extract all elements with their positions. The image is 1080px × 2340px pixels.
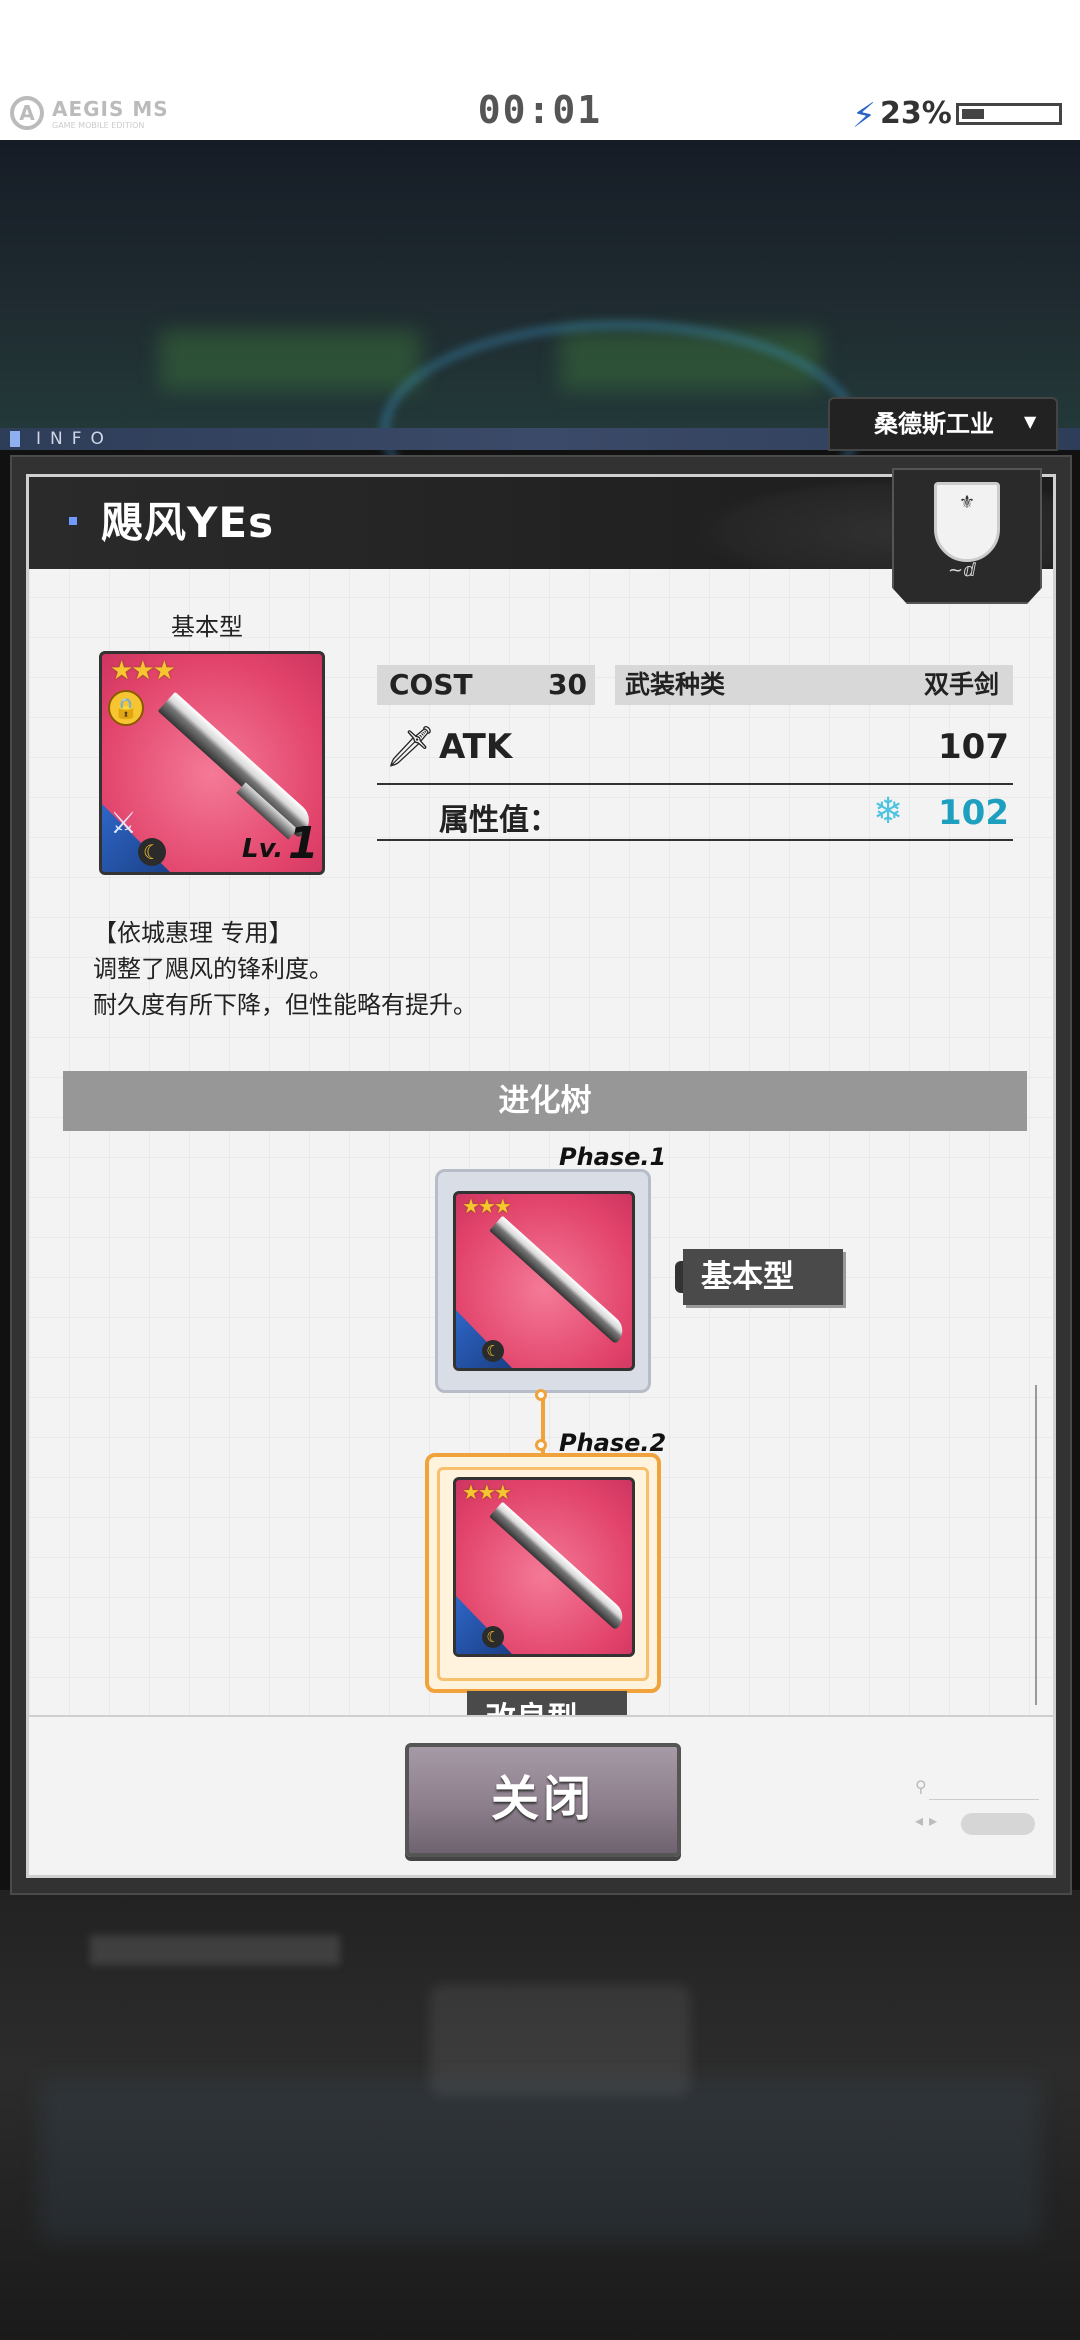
phase-1-tag: 基本型 bbox=[683, 1249, 843, 1305]
item-type-label: 基本型 bbox=[171, 613, 243, 641]
description-line: 调整了飓风的锋利度。 bbox=[93, 955, 333, 983]
battery-percent: 23% bbox=[880, 96, 952, 131]
moon-icon: ☾ bbox=[482, 1626, 504, 1648]
moon-icon: ☾ bbox=[482, 1340, 504, 1362]
cost-value: 30 bbox=[548, 668, 587, 701]
level-value: 1 bbox=[288, 818, 319, 869]
cost-label: COST bbox=[389, 668, 473, 701]
connector-node bbox=[535, 1389, 547, 1401]
weapon-blade-image bbox=[489, 1501, 629, 1631]
item-name: 飓风YEs bbox=[101, 498, 275, 547]
charging-bolt-icon: ⚡ bbox=[852, 96, 876, 136]
info-marker bbox=[10, 431, 20, 447]
rarity-stars: ★★★ bbox=[462, 1480, 512, 1504]
background-glow bbox=[160, 330, 420, 390]
background-blur-element bbox=[40, 2080, 1040, 2240]
page-indicator bbox=[961, 1813, 1035, 1835]
item-description: 【依城惠理 专用】 调整了飓风的锋利度。 耐久度有所下降，但性能略有提升。 bbox=[93, 915, 477, 1023]
atk-value: 107 bbox=[938, 727, 1009, 767]
dagger-icon: 🗡 bbox=[385, 724, 436, 770]
class-badge bbox=[456, 1596, 512, 1654]
lock-icon[interactable]: 🔒 bbox=[108, 690, 144, 726]
weapon-card[interactable]: ★★★ 🔒 ⚔ ☾ Lv. 1 bbox=[99, 651, 325, 875]
atk-label: ATK bbox=[439, 727, 513, 767]
title-marker bbox=[69, 517, 77, 525]
weapon-type-label: 武装种类 bbox=[625, 670, 726, 699]
weapon-blade-image bbox=[157, 691, 317, 839]
divider bbox=[377, 839, 1013, 841]
class-badge bbox=[456, 1310, 512, 1368]
phase-1-weapon-card[interactable]: ★★★ ☾ bbox=[453, 1191, 635, 1371]
crest-shield-icon: ⚜ bbox=[934, 482, 1000, 562]
search-icon: ⚲ bbox=[915, 1777, 927, 1796]
background-blur-element bbox=[90, 1935, 340, 1965]
rarity-stars: ★★★ bbox=[110, 656, 176, 686]
phase-1-label: Phase.1 bbox=[559, 1143, 667, 1171]
rarity-stars: ★★★ bbox=[462, 1194, 512, 1218]
crest-signature-icon: ~ⅆ bbox=[948, 560, 976, 581]
sword-icon: ⚔ bbox=[110, 806, 137, 841]
level-prefix: Lv. bbox=[242, 834, 284, 864]
divider bbox=[377, 783, 1013, 785]
weapon-blade-image bbox=[489, 1215, 629, 1345]
scrollbar[interactable] bbox=[1035, 1385, 1037, 1705]
background-blur-element bbox=[430, 1985, 690, 2095]
evolution-tree-title: 进化树 bbox=[498, 1083, 592, 1119]
connector-node bbox=[535, 1439, 547, 1451]
weapon-type-value: 双手剑 bbox=[923, 670, 999, 699]
attribute-label: 属性值： bbox=[439, 803, 559, 838]
description-line: 【依城惠理 专用】 bbox=[93, 919, 293, 947]
battery-icon bbox=[956, 103, 1062, 125]
page-arrows-icon: ◂▸ bbox=[915, 1811, 944, 1830]
info-label: INFO bbox=[36, 429, 113, 449]
attribute-value: 102 bbox=[938, 793, 1009, 833]
battery-fill bbox=[962, 109, 984, 119]
item-info-dialog: 飓风YEs 基本型 ★★★ 🔒 ⚔ ☾ Lv. 1 COST 30 武装种类 双… bbox=[26, 474, 1056, 1878]
search-underline bbox=[929, 1799, 1039, 1800]
phase-2-weapon-card[interactable]: ★★★ ☾ bbox=[453, 1477, 635, 1657]
moon-icon: ☾ bbox=[138, 838, 166, 866]
description-line: 耐久度有所下降，但性能略有提升。 bbox=[93, 991, 477, 1019]
dropdown-arrow-icon[interactable]: ▼ bbox=[1024, 412, 1036, 431]
close-button[interactable]: 关闭 bbox=[405, 1743, 681, 1857]
